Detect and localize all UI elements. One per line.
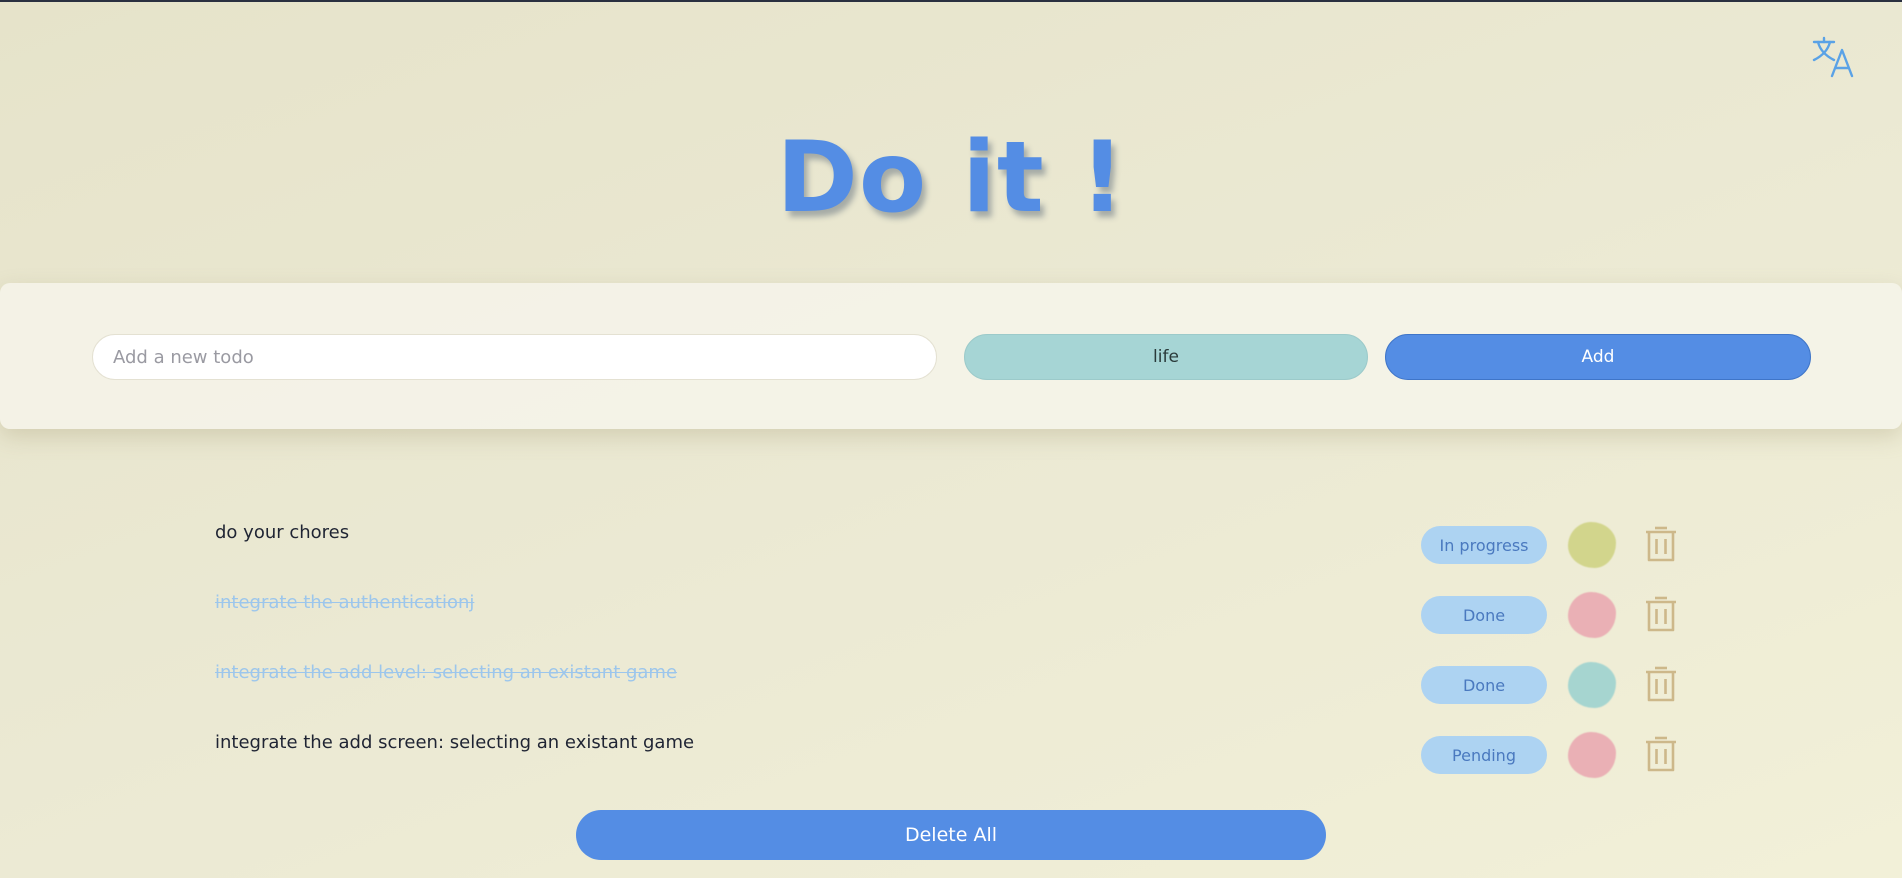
status-label: Done	[1462, 675, 1506, 695]
add-button[interactable]: Add	[1385, 334, 1811, 380]
app-title: Do it !	[776, 121, 1126, 235]
delete-all-label: Delete All	[904, 824, 998, 846]
status-label: Done	[1462, 605, 1506, 625]
todo-form-panel: life Add	[0, 283, 1902, 429]
todo-text[interactable]: integrate the add screen: selecting an e…	[215, 732, 694, 753]
todo-item: integrate the add screen: selecting an e…	[0, 720, 1902, 778]
todo-item: do your chores In progress	[0, 510, 1902, 568]
color-dot[interactable]	[1568, 662, 1616, 708]
trash-icon[interactable]	[1644, 524, 1678, 564]
trash-icon[interactable]	[1644, 594, 1678, 634]
status-badge[interactable]: Done	[1421, 596, 1547, 634]
todo-text[interactable]: integrate the authenticationj	[215, 592, 474, 613]
window-top-border	[0, 0, 1902, 2]
color-dot[interactable]	[1568, 732, 1616, 778]
todo-text[interactable]: integrate the add level: selecting an ex…	[215, 662, 677, 683]
todo-item: integrate the add level: selecting an ex…	[0, 650, 1902, 708]
status-badge[interactable]: Done	[1421, 666, 1547, 704]
status-badge[interactable]: In progress	[1421, 526, 1547, 564]
category-select-value: life	[1153, 347, 1179, 367]
status-label: In progress	[1439, 535, 1529, 555]
trash-icon[interactable]	[1644, 664, 1678, 704]
category-select[interactable]: life	[964, 334, 1368, 380]
color-dot[interactable]	[1568, 522, 1616, 568]
status-label: Pending	[1452, 745, 1516, 765]
todo-item: integrate the authenticationj Done	[0, 580, 1902, 638]
todo-text[interactable]: do your chores	[215, 522, 349, 543]
add-button-label: Add	[1581, 347, 1615, 367]
new-todo-input[interactable]	[92, 334, 937, 380]
status-badge[interactable]: Pending	[1421, 736, 1547, 774]
color-dot[interactable]	[1568, 592, 1616, 638]
trash-icon[interactable]	[1644, 734, 1678, 774]
translate-icon[interactable]	[1810, 34, 1858, 82]
delete-all-button[interactable]: Delete All	[576, 810, 1326, 860]
